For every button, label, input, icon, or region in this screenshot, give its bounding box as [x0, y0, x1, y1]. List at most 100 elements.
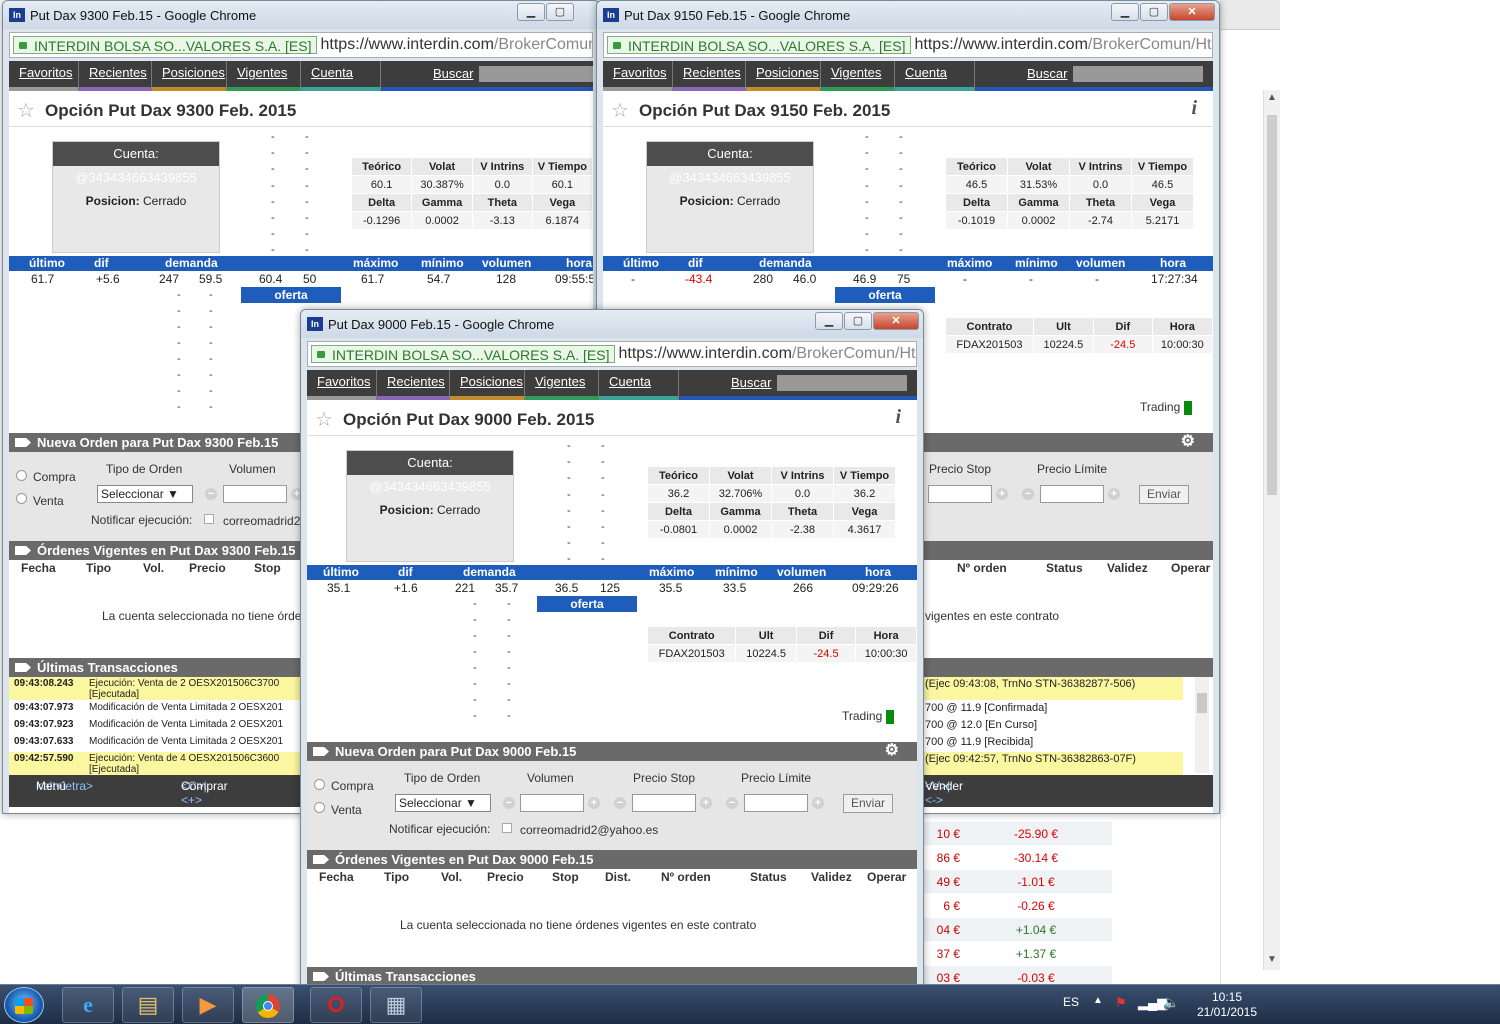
minimize-button[interactable]: ▁ [1111, 3, 1139, 21]
notify-checkbox[interactable] [502, 823, 512, 833]
maximize-button[interactable]: ▢ [546, 3, 574, 21]
volume-input[interactable] [520, 794, 584, 812]
search-input[interactable] [479, 66, 593, 82]
empty-depth-cell: - [865, 228, 869, 241]
opera-icon[interactable]: O [310, 987, 362, 1023]
nav-item-vigentes[interactable]: Vigentes [525, 370, 599, 400]
nav-item-favoritos[interactable]: Favoritos [603, 61, 673, 91]
nav-item-favoritos[interactable]: Favoritos [9, 61, 79, 91]
nav-item-posiciones[interactable]: Posiciones [450, 370, 525, 400]
nav-item-cuenta[interactable]: Cuenta [301, 61, 381, 91]
venta-radio[interactable] [16, 493, 27, 504]
maximize-button[interactable]: ▢ [844, 312, 872, 330]
close-button[interactable]: ✕ [873, 312, 919, 330]
clock[interactable]: 10:15 21/01/2015 [1192, 990, 1262, 1020]
favorite-star-icon[interactable]: ☆ [315, 407, 333, 432]
ev-cert-badge[interactable]: INTERDIN BOLSA SO...VALORES S.A. [ES] [311, 345, 615, 363]
stop-plus-button[interactable]: + [996, 488, 1008, 500]
limit-plus-button[interactable]: + [812, 797, 824, 809]
order-type-select[interactable]: Seleccionar ▼ [395, 794, 491, 812]
app-icon: In [307, 317, 323, 331]
stop-minus-button[interactable]: − [614, 797, 626, 809]
search-label[interactable]: Buscar [433, 61, 473, 87]
scroll-up-icon[interactable]: ▲ [1267, 92, 1277, 103]
address-bar[interactable]: INTERDIN BOLSA SO...VALORES S.A. [ES] htt… [3, 29, 599, 61]
ev-cert-badge[interactable]: INTERDIN BOLSA SO...VALORES S.A. [ES] [607, 36, 911, 54]
volume-icon[interactable]: 🔈 [1163, 995, 1179, 1011]
contract-table: Contrato Ult Dif Hora FDAX201503 10224.5 -24.5… [945, 317, 1213, 354]
send-button[interactable]: Enviar [843, 794, 893, 813]
internet-explorer-icon[interactable]: e [62, 987, 114, 1023]
limit-minus-button[interactable]: − [726, 797, 738, 809]
search-label[interactable]: Buscar [731, 370, 771, 396]
compra-radio[interactable] [16, 470, 27, 481]
empty-depth-cell: - [567, 488, 571, 501]
empty-depth-cell: - [473, 662, 477, 674]
favorite-star-icon[interactable]: ☆ [611, 98, 629, 123]
tray-up-arrow-icon[interactable]: ▲ [1093, 995, 1103, 1006]
nav-item-vigentes[interactable]: Vigentes [227, 61, 301, 91]
background-scrollbar[interactable]: ▲ ▼ [1263, 90, 1280, 970]
tx-scrollbar[interactable] [1195, 677, 1209, 773]
empty-depth-cell: - [177, 321, 181, 333]
url-text[interactable]: https://www.interdin.com/BrokerComun/Ht [915, 36, 1212, 53]
limit-plus-button[interactable]: + [1108, 488, 1120, 500]
venta-radio[interactable] [314, 802, 325, 813]
address-bar[interactable]: INTERDIN BOLSA SO...VALORES S.A. [ES] htt… [301, 338, 923, 370]
search-input[interactable] [777, 375, 907, 391]
scroll-down-icon[interactable]: ▼ [1267, 954, 1277, 965]
notify-checkbox[interactable] [204, 514, 214, 524]
ev-cert-badge[interactable]: INTERDIN BOLSA SO...VALORES S.A. [ES] [13, 36, 317, 54]
limit-input[interactable] [744, 794, 808, 812]
title-bar[interactable]: In Put Dax 9150 Feb.15 - Google Chrome ▁… [597, 1, 1219, 29]
nav-item-recientes[interactable]: Recientes [377, 370, 450, 400]
stop-input[interactable] [928, 485, 992, 503]
limit-minus-button[interactable]: − [1022, 488, 1034, 500]
gear-icon[interactable]: ⚙ [885, 741, 899, 760]
volume-minus-button[interactable]: − [205, 488, 217, 500]
nav-item-recientes[interactable]: Recientes [79, 61, 152, 91]
nav-item-posiciones[interactable]: Posiciones [746, 61, 821, 91]
chrome-icon[interactable] [242, 987, 294, 1023]
empty-depth-cell: - [601, 440, 605, 452]
info-icon[interactable]: i [895, 406, 901, 429]
volume-minus-button[interactable]: − [503, 797, 515, 809]
minimize-button[interactable]: ▁ [517, 3, 545, 21]
volume-plus-button[interactable]: + [588, 797, 600, 809]
gear-icon[interactable]: ⚙ [1181, 432, 1195, 451]
search-label[interactable]: Buscar [1027, 61, 1067, 87]
maximize-button[interactable]: ▢ [1140, 3, 1168, 21]
volume-input[interactable] [223, 485, 287, 503]
url-text[interactable]: https://www.interdin.com/BrokerComun/Ht [619, 345, 916, 362]
nav-item-cuenta[interactable]: Cuenta [599, 370, 679, 400]
nav-item-posiciones[interactable]: Posiciones [152, 61, 227, 91]
scroll-thumb[interactable] [1267, 115, 1277, 495]
orders-section[interactable]: Órdenes Vigentes en Put Dax 9000 Feb.15 [307, 850, 917, 869]
action-center-flag-icon[interactable]: ⚑ [1115, 995, 1127, 1011]
search-input[interactable] [1073, 66, 1203, 82]
close-button[interactable]: ✕ [1169, 3, 1215, 21]
minimize-button[interactable]: ▁ [815, 312, 843, 330]
favorite-star-icon[interactable]: ☆ [17, 98, 35, 123]
limit-input[interactable] [1040, 485, 1104, 503]
compra-radio[interactable] [314, 779, 325, 790]
title-bar[interactable]: In Put Dax 9000 Feb.15 - Google Chrome ▁… [301, 310, 923, 338]
title-bar[interactable]: In Put Dax 9300 Feb.15 - Google Chrome ▁… [3, 1, 599, 29]
send-button[interactable]: Enviar [1139, 485, 1189, 504]
start-button[interactable] [4, 987, 44, 1023]
language-indicator[interactable]: ES [1063, 995, 1079, 1009]
stop-input[interactable] [632, 794, 696, 812]
nav-item-favoritos[interactable]: Favoritos [307, 370, 377, 400]
url-text[interactable]: https://www.interdin.com/BrokerComun/Ht [321, 36, 593, 53]
calculator-icon[interactable]: ▦ [370, 987, 422, 1023]
file-explorer-icon[interactable]: ▤ [122, 987, 174, 1023]
nav-item-cuenta[interactable]: Cuenta [895, 61, 975, 91]
info-icon[interactable]: i [1191, 97, 1197, 120]
new-order-section[interactable]: Nueva Orden para Put Dax 9000 Feb.15 ⚙ [307, 742, 917, 761]
stop-plus-button[interactable]: + [700, 797, 712, 809]
order-type-select[interactable]: Seleccionar ▼ [97, 485, 193, 503]
media-player-icon[interactable]: ▶ [182, 987, 234, 1023]
nav-item-vigentes[interactable]: Vigentes [821, 61, 895, 91]
nav-item-recientes[interactable]: Recientes [673, 61, 746, 91]
address-bar[interactable]: INTERDIN BOLSA SO...VALORES S.A. [ES] htt… [597, 29, 1219, 61]
